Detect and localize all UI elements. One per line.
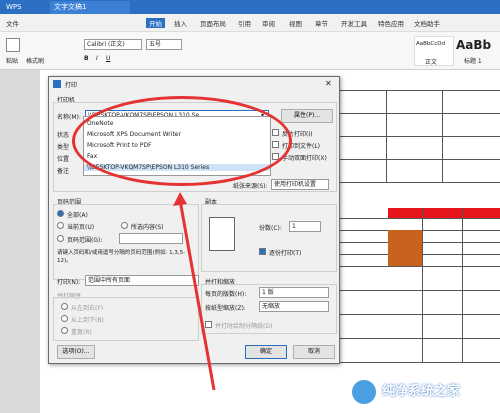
order-left-right-radio[interactable]: [61, 303, 68, 310]
title-bar: WPS 文字文稿1: [0, 0, 500, 14]
menu-sections[interactable]: 章节: [315, 18, 328, 28]
left-margin: [0, 70, 40, 413]
paste-icon[interactable]: [6, 38, 20, 52]
range-all-label: 全部(A): [67, 212, 88, 219]
annotation-oval: [72, 96, 292, 186]
menu-review[interactable]: 审阅: [262, 18, 275, 28]
style-heading1-name: 标题 1: [464, 58, 482, 65]
properties-button[interactable]: 属性(P)...: [281, 109, 333, 123]
brand-logo-icon: [352, 380, 376, 404]
range-selection-radio[interactable]: [121, 222, 128, 229]
range-selection-label: 所选内容(S): [131, 224, 164, 231]
paper-source-label: 纸张来源(S):: [233, 183, 268, 190]
order-top-bottom-label: 从上到下(B): [71, 317, 104, 324]
brand-name: 纯净系统之家: [382, 384, 461, 399]
menu-view[interactable]: 视图: [289, 18, 302, 28]
menu-developer[interactable]: 开发工具: [341, 18, 367, 28]
table-highlight-cell: [388, 230, 422, 266]
paste-label: 粘贴: [6, 58, 19, 65]
font-family-select[interactable]: Calibri (正文): [84, 39, 142, 50]
format-painter-label[interactable]: 格式刷: [26, 56, 44, 65]
style-normal-preview: AaBbCcDd: [416, 41, 445, 47]
collate-label: 逐份打印(T): [269, 250, 302, 257]
scale-select[interactable]: 无缩放: [259, 301, 329, 312]
order-repeat-label: 重复(R): [71, 329, 92, 336]
underline-icon[interactable]: U: [106, 55, 110, 62]
tab-document[interactable]: 文字文稿1: [50, 1, 130, 14]
tab-document-label: 文字文稿1: [54, 3, 87, 11]
style-normal-name: 正文: [425, 59, 438, 66]
options-button[interactable]: 选项(O)...: [57, 345, 95, 359]
italic-icon[interactable]: I: [96, 55, 98, 62]
printer-icon: [53, 80, 61, 88]
range-pages-radio[interactable]: [57, 235, 64, 242]
order-left-right-label: 从左到右(F): [71, 305, 104, 312]
status-label: 状态: [57, 132, 70, 139]
tab-wps[interactable]: WPS: [2, 1, 42, 14]
paper-source-select[interactable]: 使用打印机设置: [271, 179, 329, 190]
range-current-radio[interactable]: [57, 222, 64, 229]
menu-doc-assistant[interactable]: 文档助手: [414, 18, 440, 28]
ribbon: 粘贴 格式刷 Calibri (正文) 五号 B I U AaBbCcDd 正文…: [0, 32, 500, 70]
order-top-bottom-radio[interactable]: [61, 315, 68, 322]
location-label: 位置: [57, 156, 70, 163]
menu-home[interactable]: 开始: [146, 18, 165, 28]
bold-icon[interactable]: B: [84, 55, 89, 62]
style-heading1[interactable]: AaBb 标题 1: [456, 36, 496, 66]
pages-per-sheet-select[interactable]: 1 版: [259, 287, 329, 298]
type-label: 类型: [57, 144, 70, 151]
table-header-row: [388, 208, 500, 218]
file-menu[interactable]: 文件: [6, 18, 19, 28]
menu-features[interactable]: 特色应用: [378, 18, 404, 28]
annotation-arrow: [173, 192, 216, 391]
print-what-label: 打印(N):: [57, 279, 81, 286]
manual-duplex-label: 手动双面打印(X): [282, 155, 327, 162]
range-pages-label: 页码范围(G):: [67, 237, 103, 244]
dialog-title: 打印: [65, 82, 78, 89]
menu-insert[interactable]: 插入: [174, 18, 187, 28]
tab-wps-label: WPS: [6, 3, 22, 11]
collate-checkbox[interactable]: [259, 248, 266, 255]
font-size-select[interactable]: 五号: [146, 39, 182, 50]
ok-button[interactable]: 确定: [245, 345, 287, 359]
range-current-label: 当前页(U): [67, 224, 95, 231]
copies-input[interactable]: 1: [289, 221, 321, 232]
watermark: 纯净系统之家 www.kzmyhome.com: [348, 376, 498, 412]
cancel-button[interactable]: 取消: [293, 345, 335, 359]
range-all-radio[interactable]: [57, 210, 64, 217]
style-heading1-preview: AaBb: [456, 38, 492, 52]
comment-label: 备注: [57, 168, 70, 175]
brand-url: www.kzmyhome.com: [394, 400, 469, 408]
copies-label: 份数(C):: [259, 225, 282, 232]
menu-bar: 文件 开始 插入 页面布局 引用 审阅 视图 章节 开发工具 特色应用 文档助手: [0, 14, 500, 32]
menu-references[interactable]: 引用: [238, 18, 251, 28]
style-normal[interactable]: AaBbCcDd 正文: [414, 36, 454, 66]
order-repeat-radio[interactable]: [61, 327, 68, 334]
menu-layout[interactable]: 页面布局: [200, 18, 226, 28]
close-icon[interactable]: ✕: [325, 79, 332, 88]
printer-name-label: 名称(M):: [57, 114, 81, 121]
